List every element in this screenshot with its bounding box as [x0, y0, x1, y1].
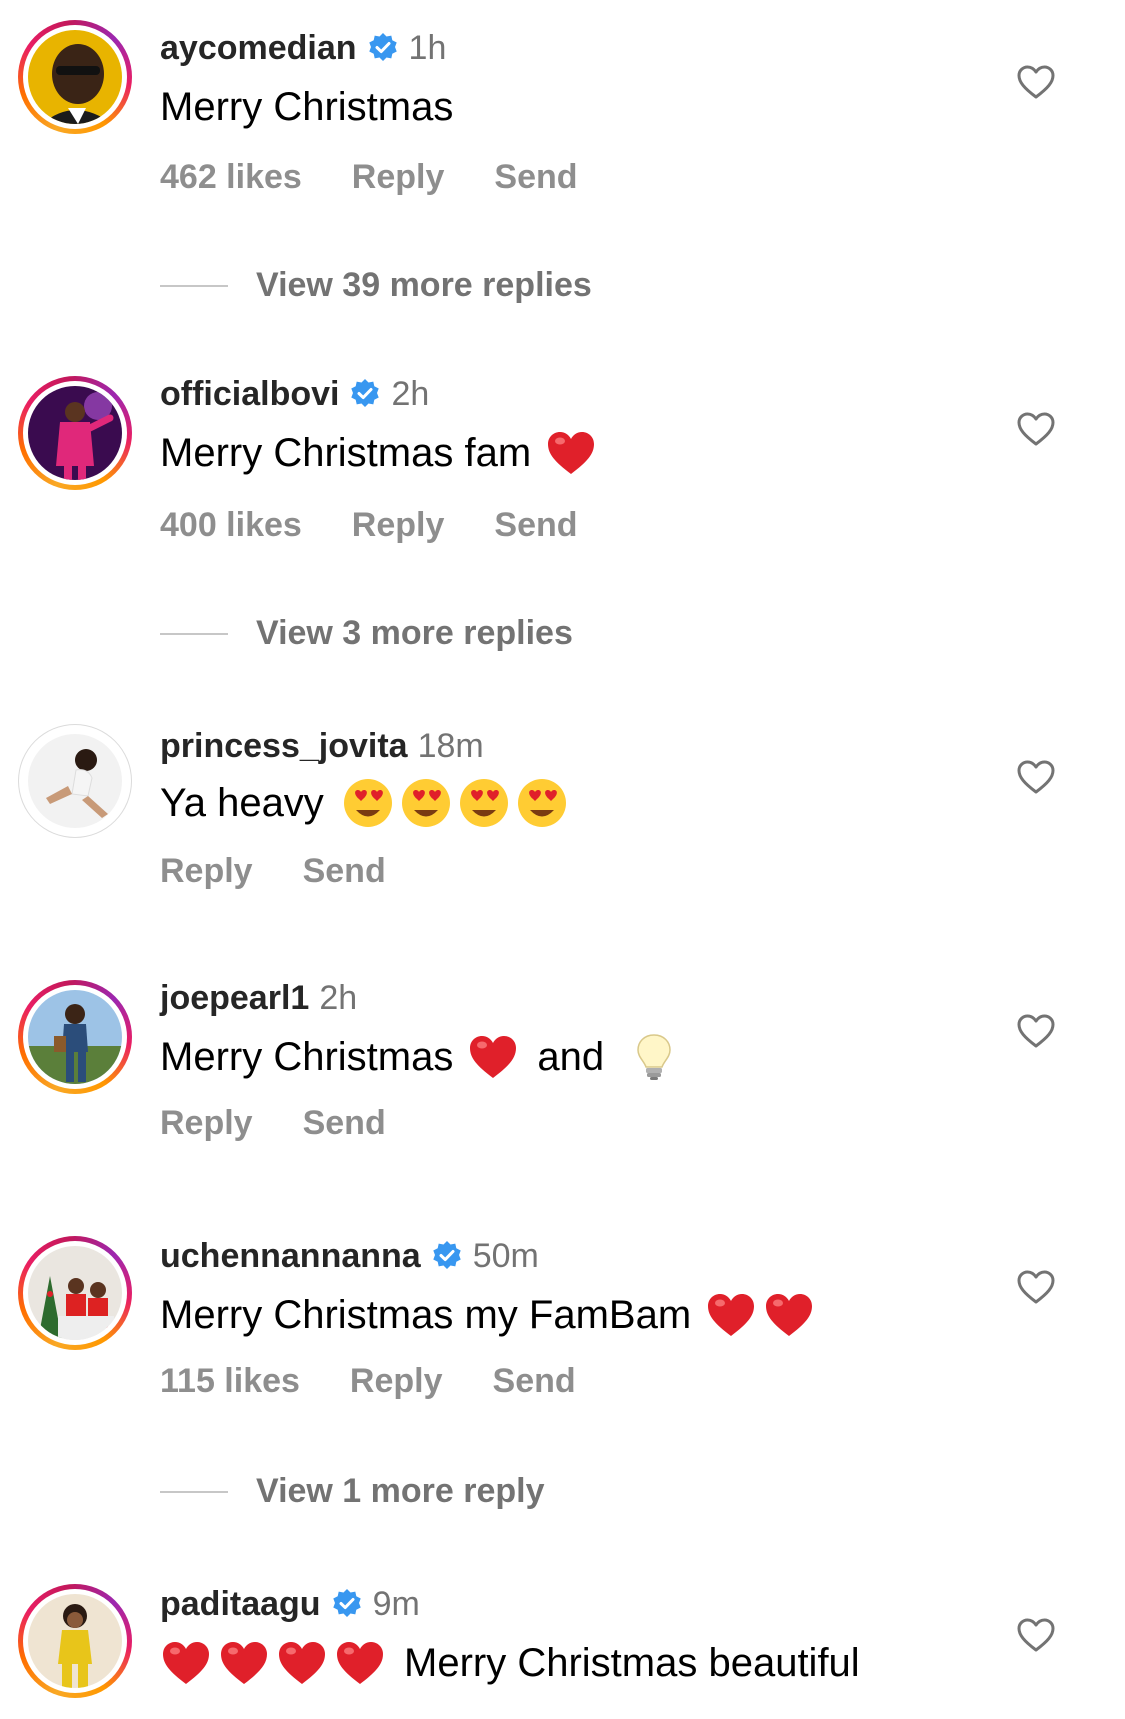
reply-button[interactable]: Reply [350, 1362, 443, 1401]
comment-text-content: Ya heavy [160, 780, 324, 825]
comment-text-content: Merry Christmas my FamBam [160, 1292, 692, 1337]
comment-text: Merry Christmas beautiful [160, 1634, 860, 1692]
heart-outline-icon[interactable] [1016, 1616, 1056, 1656]
red-heart-emoji [763, 1289, 815, 1341]
comment-text-after: and [537, 1034, 605, 1079]
comment-time: 2h [319, 978, 358, 1017]
comment-time: 2h [391, 374, 430, 413]
avatar[interactable] [18, 724, 132, 838]
divider [160, 284, 228, 287]
comment-text: Merry Christmas fam [160, 424, 597, 482]
send-button[interactable]: Send [303, 1104, 386, 1143]
light-bulb-emoji [628, 1031, 680, 1083]
avatar[interactable] [18, 376, 132, 490]
avatar[interactable] [18, 1584, 132, 1698]
reply-button[interactable]: Reply [160, 852, 253, 891]
heart-outline-icon[interactable] [1016, 410, 1056, 450]
avatar[interactable] [18, 20, 132, 134]
comment-time: 1h [408, 28, 447, 67]
reply-button[interactable]: Reply [352, 506, 445, 545]
heart-outline-icon[interactable] [1016, 63, 1056, 103]
avatar[interactable] [18, 980, 132, 1094]
heart-outline-icon[interactable] [1016, 1268, 1056, 1308]
reply-button[interactable]: Reply [352, 158, 445, 197]
reply-button[interactable]: Reply [160, 1104, 253, 1143]
red-heart-emoji [276, 1637, 328, 1689]
comment-time: 9m [372, 1584, 420, 1623]
comment-time: 18m [417, 726, 484, 765]
red-heart-emoji [545, 427, 597, 479]
heart-eyes-emoji [516, 777, 568, 829]
comment-time: 50m [472, 1236, 539, 1275]
view-replies-label: View 1 more reply [256, 1472, 545, 1510]
verified-badge-icon [431, 1240, 463, 1272]
username[interactable]: paditaagu [160, 1585, 321, 1624]
heart-outline-icon[interactable] [1016, 1012, 1056, 1052]
username[interactable]: uchennannanna [160, 1237, 421, 1276]
red-heart-emoji [467, 1031, 519, 1083]
comment-text-content: Merry Christmas [160, 84, 454, 129]
verified-badge-icon [331, 1588, 363, 1620]
username[interactable]: joepearl1 [160, 979, 309, 1018]
send-button[interactable]: Send [494, 158, 577, 197]
verified-badge-icon [349, 378, 381, 410]
send-button[interactable]: Send [493, 1362, 576, 1401]
heart-eyes-emoji [342, 777, 394, 829]
send-button[interactable]: Send [494, 506, 577, 545]
view-replies-button[interactable]: View 1 more reply [160, 1472, 545, 1511]
heart-outline-icon[interactable] [1016, 758, 1056, 798]
username[interactable]: aycomedian [160, 29, 357, 68]
comment-text-content: Merry Christmas fam [160, 430, 532, 475]
view-replies-button[interactable]: View 3 more replies [160, 614, 573, 653]
likes-count[interactable]: 115 likes [160, 1362, 300, 1401]
username[interactable]: princess_jovita [160, 727, 408, 766]
username[interactable]: officialbovi [160, 375, 339, 414]
comment-text: Merry Christmas [160, 78, 453, 136]
red-heart-emoji [160, 1637, 212, 1689]
heart-eyes-emoji [400, 777, 452, 829]
red-heart-emoji [334, 1637, 386, 1689]
likes-count[interactable]: 400 likes [160, 506, 302, 545]
red-heart-emoji [218, 1637, 270, 1689]
send-button[interactable]: Send [303, 852, 386, 891]
divider [160, 632, 228, 635]
view-replies-button[interactable]: View 39 more replies [160, 266, 592, 305]
comment-text-content: Merry Christmas beautiful [404, 1640, 860, 1685]
view-replies-label: View 3 more replies [256, 614, 573, 652]
red-heart-emoji [705, 1289, 757, 1341]
avatar[interactable] [18, 1236, 132, 1350]
heart-eyes-emoji [458, 777, 510, 829]
divider [160, 1490, 228, 1493]
comment-text-content: Merry Christmas [160, 1034, 454, 1079]
view-replies-label: View 39 more replies [256, 266, 592, 304]
comment-text: Ya heavy [160, 774, 568, 832]
comment-text: Merry Christmas and [160, 1028, 680, 1086]
verified-badge-icon [367, 32, 399, 64]
likes-count[interactable]: 462 likes [160, 158, 302, 197]
comment-text: Merry Christmas my FamBam [160, 1286, 815, 1344]
